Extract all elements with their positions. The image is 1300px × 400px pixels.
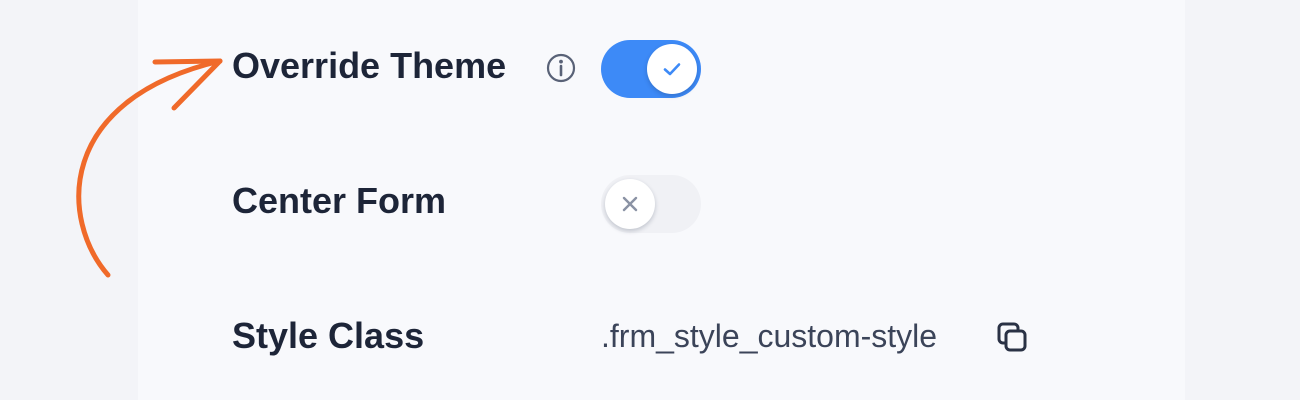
center-form-toggle[interactable] [601,175,701,233]
x-icon [622,196,638,212]
info-circle-icon[interactable] [545,52,577,84]
style-class-label: Style Class [232,315,425,356]
copy-icon[interactable] [995,320,1031,356]
toggle-knob [647,44,697,94]
check-icon [663,63,681,76]
style-class-value: .frm_style_custom-style [601,318,938,354]
toggle-knob [605,179,655,229]
override-theme-label: Override Theme [232,45,507,86]
override-theme-toggle[interactable] [601,40,701,98]
curved-arrow-icon [76,58,223,278]
center-form-label: Center Form [232,180,447,221]
